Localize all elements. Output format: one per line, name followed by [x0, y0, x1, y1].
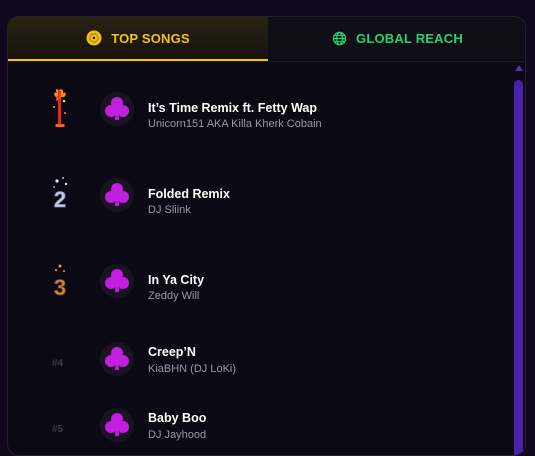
rank-label: #4	[52, 358, 64, 369]
rank-badge-1	[48, 87, 72, 131]
svg-text:3: 3	[54, 275, 66, 300]
scrollbar[interactable]	[513, 65, 525, 455]
scroll-up-arrow-icon[interactable]	[515, 65, 523, 71]
song-artist: KiaBHN (DJ LoKi)	[148, 363, 237, 375]
tab-top-songs-label: TOP SONGS	[111, 30, 190, 46]
club-suit-icon	[100, 178, 134, 212]
list-item[interactable]: It’s Time Remix ft. Fetty Wap Unicorn151…	[8, 87, 508, 147]
club-suit-icon	[100, 264, 134, 298]
scrollbar-thumb[interactable]	[514, 80, 523, 455]
club-suit-icon	[100, 342, 134, 376]
globe-icon	[332, 31, 347, 46]
song-artist: DJ Jayhood	[148, 429, 207, 441]
rank-badge-2: 2	[48, 173, 72, 217]
rank-label: #5	[52, 424, 64, 435]
song-title: In Ya City	[148, 273, 205, 287]
rank-badge-3: 3	[48, 259, 72, 303]
club-suit-icon	[100, 408, 134, 442]
svg-text:2: 2	[54, 187, 66, 212]
list-item[interactable]: #4 Creep’N KiaBHN (DJ LoKi)	[8, 335, 508, 395]
vinyl-record-icon	[86, 30, 102, 46]
club-suit-icon	[100, 92, 134, 126]
song-artist: Unicorn151 AKA Killa Kherk Cobain	[148, 118, 322, 130]
list-item[interactable]: #5 Baby Boo DJ Jayhood	[8, 401, 508, 455]
song-title: Creep’N	[148, 345, 196, 359]
tab-top-songs[interactable]: TOP SONGS	[8, 17, 268, 61]
tab-global-reach-label: GLOBAL REACH	[356, 30, 463, 46]
list-item[interactable]: 3 In Ya City Zeddy Will	[8, 259, 508, 319]
tab-global-reach[interactable]: GLOBAL REACH	[268, 17, 525, 59]
song-title: Baby Boo	[148, 411, 207, 425]
song-list: It’s Time Remix ft. Fetty Wap Unicorn151…	[8, 62, 525, 455]
song-title: It’s Time Remix ft. Fetty Wap	[148, 101, 318, 115]
tab-bar: TOP SONGS GLOBAL REACH	[8, 17, 525, 61]
song-title: Folded Remix	[148, 187, 230, 201]
song-artist: DJ Sliink	[148, 204, 191, 216]
charts-panel: TOP SONGS GLOBAL REACH It’s Time Remix f…	[7, 16, 526, 456]
song-artist: Zeddy Will	[148, 290, 200, 302]
list-item[interactable]: 2 Folded Remix DJ Sliink	[8, 173, 508, 233]
